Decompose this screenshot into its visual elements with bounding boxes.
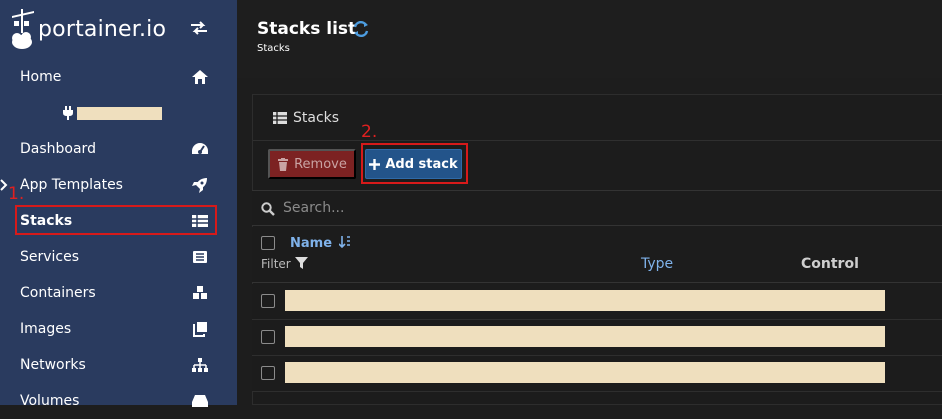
column-header-control: Control bbox=[801, 256, 859, 272]
remove-button-label: Remove bbox=[294, 156, 347, 172]
sidebar-item-home[interactable]: Home bbox=[0, 59, 237, 95]
row-content-redacted bbox=[285, 326, 885, 347]
endpoint-name-redacted bbox=[77, 107, 162, 120]
crane-logo-icon bbox=[12, 9, 34, 49]
sidebar-item-images[interactable]: Images bbox=[0, 311, 237, 347]
refresh-icon[interactable] bbox=[352, 20, 370, 38]
remove-button[interactable]: Remove bbox=[268, 149, 356, 179]
sidebar-item-label: Networks bbox=[20, 357, 86, 373]
panel-title: Stacks bbox=[293, 110, 340, 126]
table-row[interactable] bbox=[252, 284, 942, 320]
sidebar-item-label: Dashboard bbox=[20, 141, 96, 157]
cubes-icon bbox=[193, 286, 207, 299]
breadcrumb[interactable]: Stacks bbox=[257, 43, 290, 54]
search-bar bbox=[252, 190, 942, 226]
sidebar-item-services[interactable]: Services bbox=[0, 239, 237, 275]
search-input[interactable] bbox=[283, 198, 683, 218]
th-list-icon bbox=[273, 112, 287, 124]
sidebar-item-label: Images bbox=[20, 321, 72, 337]
list-alt-icon bbox=[193, 251, 207, 263]
table-row[interactable] bbox=[252, 356, 942, 392]
annotation-box-step2 bbox=[361, 143, 468, 184]
panel-header: Stacks bbox=[253, 95, 942, 141]
sidebar-item-label: Volumes bbox=[20, 393, 80, 409]
column-header-name-label: Name bbox=[290, 236, 333, 251]
filter-toggle[interactable]: Filter bbox=[261, 257, 308, 271]
select-all-checkbox[interactable] bbox=[261, 236, 275, 250]
page-title: Stacks list bbox=[257, 19, 357, 39]
row-content-redacted bbox=[285, 362, 885, 383]
tachometer-icon bbox=[192, 143, 208, 154]
sidebar-item-label: App Templates bbox=[20, 177, 123, 193]
sidebar-item-app-templates[interactable]: App Templates bbox=[0, 167, 237, 203]
row-content-redacted bbox=[285, 290, 885, 311]
logo-text: portainer.io bbox=[38, 16, 167, 42]
sidebar-item-containers[interactable]: Containers bbox=[0, 275, 237, 311]
trash-icon bbox=[278, 157, 289, 171]
column-header-name[interactable]: Name bbox=[290, 236, 351, 251]
annotation-step1-label: 1. bbox=[8, 184, 25, 204]
filter-label: Filter bbox=[261, 257, 291, 271]
plug-icon bbox=[63, 106, 73, 120]
clone-icon bbox=[193, 322, 207, 337]
row-checkbox[interactable] bbox=[261, 294, 275, 308]
page-header: Stacks list Stacks bbox=[237, 0, 942, 78]
sidebar-item-dashboard[interactable]: Dashboard bbox=[0, 131, 237, 167]
home-icon bbox=[192, 70, 208, 84]
column-header-type[interactable]: Type bbox=[641, 256, 673, 272]
sidebar-item-label: Services bbox=[20, 249, 80, 265]
rocket-icon bbox=[192, 178, 207, 193]
sort-icon bbox=[337, 236, 350, 249]
sidebar-item-networks[interactable]: Networks bbox=[0, 347, 237, 383]
table-row[interactable] bbox=[252, 320, 942, 356]
sidebar: portainer.io Home Dashboard App Template… bbox=[0, 0, 237, 409]
sidebar-item-label: Home bbox=[20, 69, 62, 85]
annotation-step2-label: 2. bbox=[361, 122, 378, 142]
row-checkbox[interactable] bbox=[261, 330, 275, 344]
search-icon bbox=[261, 202, 275, 216]
endpoint-indicator bbox=[0, 96, 237, 132]
row-checkbox[interactable] bbox=[261, 366, 275, 380]
sidebar-item-volumes[interactable]: Volumes bbox=[0, 383, 237, 419]
sidebar-item-label: Containers bbox=[20, 285, 96, 301]
sitemap-icon bbox=[192, 358, 208, 372]
swap-arrows-icon[interactable] bbox=[190, 20, 208, 36]
filter-icon bbox=[294, 257, 308, 269]
hdd-icon bbox=[192, 395, 208, 407]
portainer-logo[interactable]: portainer.io bbox=[10, 6, 166, 52]
annotation-box-step1 bbox=[15, 205, 217, 235]
table-header: Name Filter Type Control bbox=[252, 227, 942, 283]
